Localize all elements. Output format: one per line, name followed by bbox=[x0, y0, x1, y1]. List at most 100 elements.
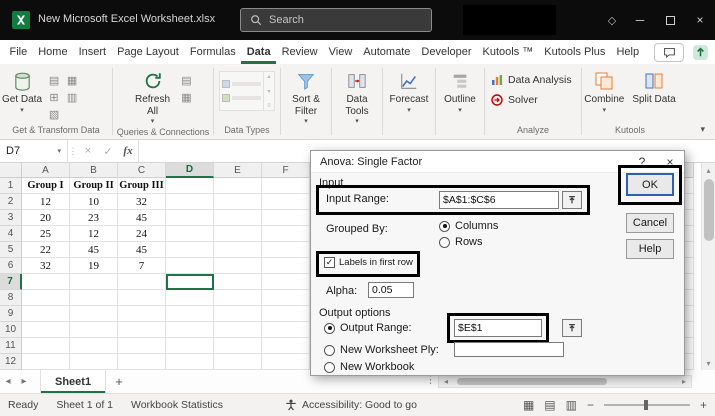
zoom-out-icon[interactable]: − bbox=[587, 398, 594, 412]
sort-filter-button[interactable]: Sort & Filter ▾ bbox=[282, 67, 330, 127]
new-worksheet-radio[interactable]: New Worksheet Ply: bbox=[324, 344, 439, 356]
output-range-picker-button[interactable] bbox=[562, 319, 582, 337]
get-data-button[interactable]: Get Data ▾ bbox=[0, 67, 44, 116]
accessibility-status[interactable]: Accessibility: Good to go bbox=[285, 399, 417, 411]
menu-tab-formulas[interactable]: Formulas bbox=[184, 40, 241, 64]
horizontal-scroll-thumb[interactable] bbox=[457, 378, 607, 385]
zoom-in-icon[interactable]: + bbox=[700, 398, 707, 412]
menu-tab-automate[interactable]: Automate bbox=[358, 40, 416, 64]
cell-E9[interactable] bbox=[214, 306, 262, 322]
cell-E3[interactable] bbox=[214, 210, 262, 226]
cell-A12[interactable] bbox=[22, 354, 70, 370]
workbook-statistics-button[interactable]: Workbook Statistics bbox=[131, 399, 223, 411]
cell-C4[interactable]: 24 bbox=[118, 226, 166, 242]
row-header-8[interactable]: 8 bbox=[0, 290, 22, 306]
cell-D11[interactable] bbox=[166, 338, 214, 354]
ok-button[interactable]: OK bbox=[626, 173, 674, 196]
split-data-button[interactable]: Split Data bbox=[630, 67, 677, 108]
cell-F10[interactable] bbox=[262, 322, 310, 338]
cell-E11[interactable] bbox=[214, 338, 262, 354]
cell-F6[interactable] bbox=[262, 258, 310, 274]
cell-F3[interactable] bbox=[262, 210, 310, 226]
help-button[interactable]: Help bbox=[626, 239, 674, 259]
output-range-radio[interactable]: Output Range: bbox=[324, 322, 412, 334]
cell-E6[interactable] bbox=[214, 258, 262, 274]
cell-A2[interactable]: 12 bbox=[22, 194, 70, 210]
column-header-b[interactable]: B bbox=[70, 163, 118, 178]
collapse-ribbon-icon[interactable]: ▾ bbox=[700, 124, 705, 135]
cell-D5[interactable] bbox=[166, 242, 214, 258]
cell-D9[interactable] bbox=[166, 306, 214, 322]
cell-D8[interactable] bbox=[166, 290, 214, 306]
new-workbook-radio[interactable]: New Workbook bbox=[324, 361, 414, 373]
normal-view-icon[interactable]: ▦ bbox=[523, 398, 534, 412]
output-range-field[interactable] bbox=[454, 319, 542, 337]
labels-first-row-checkbox[interactable]: ✓ Labels in first row bbox=[324, 257, 413, 268]
cell-C11[interactable] bbox=[118, 338, 166, 354]
cell-A11[interactable] bbox=[22, 338, 70, 354]
zoom-slider[interactable] bbox=[603, 400, 690, 410]
row-header-6[interactable]: 6 bbox=[0, 258, 22, 274]
new-worksheet-field[interactable] bbox=[454, 342, 564, 357]
cell-B11[interactable] bbox=[70, 338, 118, 354]
existing-connections-icon[interactable]: ▧ bbox=[46, 106, 62, 122]
from-table-range-icon[interactable]: ⊞ bbox=[46, 89, 62, 105]
cell-D3[interactable] bbox=[166, 210, 214, 226]
cell-E1[interactable] bbox=[214, 178, 262, 194]
cell-C5[interactable]: 45 bbox=[118, 242, 166, 258]
share-button[interactable] bbox=[692, 44, 709, 61]
menu-tab-data[interactable]: Data bbox=[241, 40, 276, 64]
outline-button[interactable]: Outline ▾ bbox=[438, 67, 482, 116]
alpha-field[interactable] bbox=[368, 282, 414, 298]
cell-A9[interactable] bbox=[22, 306, 70, 322]
cell-D12[interactable] bbox=[166, 354, 214, 370]
vertical-scrollbar[interactable]: ▴ ▾ bbox=[701, 163, 715, 370]
cell-C9[interactable] bbox=[118, 306, 166, 322]
cell-C8[interactable] bbox=[118, 290, 166, 306]
input-range-picker-button[interactable] bbox=[562, 191, 582, 209]
next-sheet-icon[interactable]: ▸ bbox=[16, 370, 32, 393]
cell-C12[interactable] bbox=[118, 354, 166, 370]
sheet-tab-sheet1[interactable]: Sheet1 bbox=[40, 370, 107, 393]
cell-D7[interactable] bbox=[166, 274, 214, 290]
cell-E8[interactable] bbox=[214, 290, 262, 306]
cell-B8[interactable] bbox=[70, 290, 118, 306]
minimize-button[interactable]: ─ bbox=[625, 0, 655, 40]
cell-A8[interactable] bbox=[22, 290, 70, 306]
solver-button[interactable]: Solver bbox=[485, 90, 544, 110]
page-layout-view-icon[interactable]: ▤ bbox=[544, 398, 555, 412]
row-header-1[interactable]: 1 bbox=[0, 178, 22, 194]
cancel-entry-icon[interactable]: × bbox=[78, 140, 98, 162]
scroll-right-icon[interactable]: ▸ bbox=[677, 377, 691, 386]
cell-A6[interactable]: 32 bbox=[22, 258, 70, 274]
refresh-all-button[interactable]: Refresh All ▾ bbox=[129, 67, 177, 127]
input-range-field[interactable] bbox=[439, 191, 559, 209]
cell-B4[interactable]: 12 bbox=[70, 226, 118, 242]
cell-B5[interactable]: 45 bbox=[70, 242, 118, 258]
column-header-c[interactable]: C bbox=[118, 163, 166, 178]
cell-E10[interactable] bbox=[214, 322, 262, 338]
cell-C7[interactable] bbox=[118, 274, 166, 290]
select-all-corner[interactable] bbox=[0, 163, 22, 178]
cell-B12[interactable] bbox=[70, 354, 118, 370]
previous-sheet-icon[interactable]: ◂ bbox=[0, 370, 16, 393]
cancel-button[interactable]: Cancel bbox=[626, 213, 674, 233]
cell-B9[interactable] bbox=[70, 306, 118, 322]
cell-F2[interactable] bbox=[262, 194, 310, 210]
cell-E4[interactable] bbox=[214, 226, 262, 242]
cell-D6[interactable] bbox=[166, 258, 214, 274]
menu-tab-home[interactable]: Home bbox=[33, 40, 73, 64]
row-header-12[interactable]: 12 bbox=[0, 354, 22, 370]
insert-function-icon[interactable]: fx bbox=[118, 140, 138, 162]
columns-radio[interactable]: Columns bbox=[439, 220, 498, 232]
horizontal-scrollbar[interactable]: ◂ ▸ bbox=[438, 375, 692, 388]
scroll-left-icon[interactable]: ◂ bbox=[439, 377, 453, 386]
cell-A10[interactable] bbox=[22, 322, 70, 338]
cell-C6[interactable]: 7 bbox=[118, 258, 166, 274]
menu-tab-view[interactable]: View bbox=[323, 40, 358, 64]
column-header-e[interactable]: E bbox=[214, 163, 262, 178]
cell-A4[interactable]: 25 bbox=[22, 226, 70, 242]
menu-tab-page-layout[interactable]: Page Layout bbox=[112, 40, 185, 64]
row-header-11[interactable]: 11 bbox=[0, 338, 22, 354]
column-header-d[interactable]: D bbox=[166, 163, 214, 178]
